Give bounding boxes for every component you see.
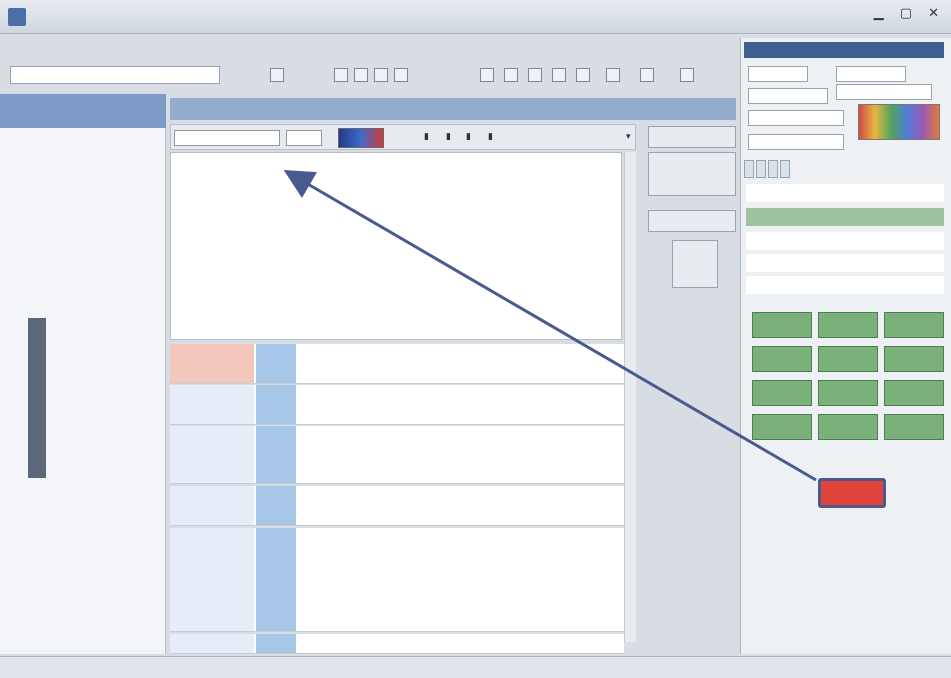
annotation-arrow <box>283 169 817 482</box>
status-bar <box>0 656 951 678</box>
